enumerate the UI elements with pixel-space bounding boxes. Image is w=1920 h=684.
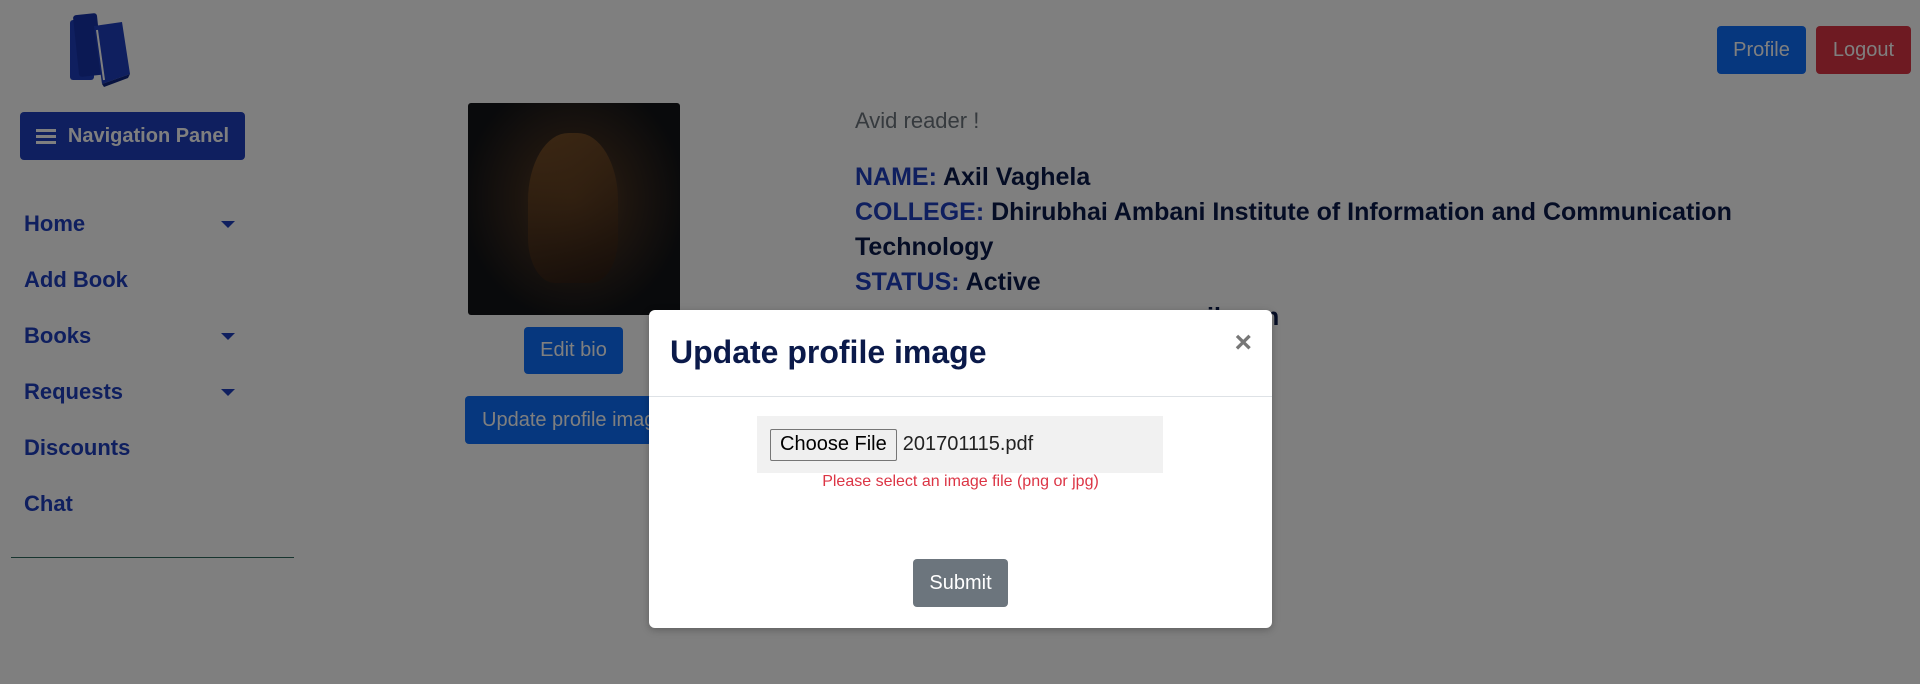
file-error-message: Please select an image file (png or jpg) [822,473,1099,490]
file-input[interactable]: Choose File 201701115.pdf [757,416,1163,473]
selected-file-name: 201701115.pdf [902,433,1034,455]
submit-button[interactable]: Submit [913,559,1008,607]
modal-title: Update profile image [670,334,987,370]
modal-header: Update profile image × [649,310,1272,397]
close-icon[interactable]: × [1234,328,1252,358]
update-profile-image-modal: Update profile image × Choose File 20170… [649,310,1272,628]
choose-file-button[interactable]: Choose File [770,428,897,461]
